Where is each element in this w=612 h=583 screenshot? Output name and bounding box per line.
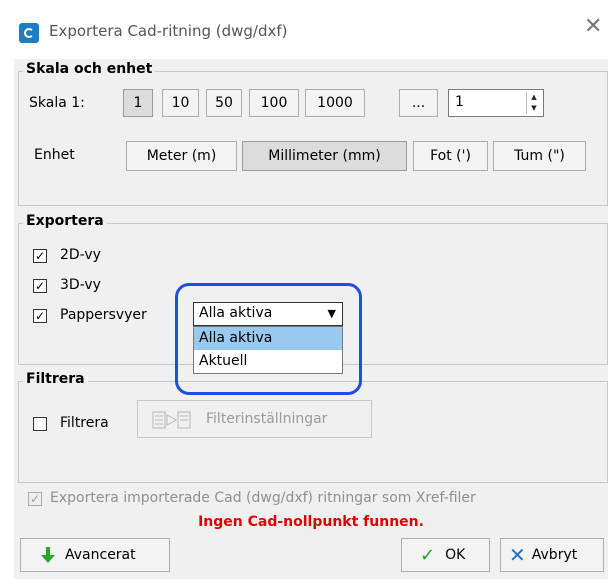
- cancel-button[interactable]: ✕ Avbryt: [500, 538, 604, 572]
- scale-value: 1: [455, 94, 464, 110]
- scale-label: Skala 1:: [29, 95, 85, 111]
- cancel-label: Avbryt: [531, 547, 578, 563]
- unit-inch-button[interactable]: Tum ("): [493, 141, 586, 171]
- scale-10-button[interactable]: 10: [162, 89, 199, 117]
- checkbox-2d[interactable]: ✓: [33, 249, 47, 263]
- warning-text: Ingen Cad-nollpunkt funnen.: [198, 514, 424, 530]
- checkbox-xref[interactable]: ✓: [28, 492, 42, 506]
- dialog-body: Skala och enhet Skala 1: 1 10 50 100 100…: [14, 59, 608, 579]
- cancel-x-icon: ✕: [509, 543, 526, 567]
- arrow-down-icon: [41, 547, 55, 563]
- checkbox-3d[interactable]: ✓: [33, 279, 47, 293]
- export-group-title: Exportera: [23, 213, 107, 229]
- unit-meter-button[interactable]: Meter (m): [126, 141, 237, 171]
- checkbox-filter[interactable]: [33, 417, 47, 431]
- label-xref: Exportera importerade Cad (dwg/dxf) ritn…: [50, 490, 476, 506]
- unit-millimeter-button[interactable]: Millimeter (mm): [242, 141, 407, 171]
- window-title: Exportera Cad-ritning (dwg/dxf): [49, 22, 288, 40]
- title-bar: Exportera Cad-ritning (dwg/dxf) ✕: [0, 0, 612, 60]
- scale-spinbox[interactable]: 1 ▲ ▼: [448, 89, 544, 117]
- ok-label: OK: [445, 547, 466, 563]
- unit-label: Enhet: [34, 147, 75, 163]
- checkmark-icon: ✓: [420, 544, 436, 566]
- filter-settings-label: Filterinställningar: [206, 411, 328, 427]
- checkbox-paper-views[interactable]: ✓: [33, 309, 47, 323]
- highlight-annotation: [175, 283, 362, 395]
- label-paper-views: Pappersvyer: [60, 307, 147, 323]
- advanced-button[interactable]: Avancerat: [20, 538, 170, 572]
- scale-1-button[interactable]: 1: [123, 89, 153, 117]
- filter-settings-button[interactable]: Filterinställningar: [137, 400, 372, 438]
- filter-group-title: Filtrera: [23, 371, 88, 387]
- scale-1000-button[interactable]: 1000: [305, 89, 365, 117]
- filter-settings-icon: [152, 411, 191, 429]
- label-filter: Filtrera: [60, 415, 109, 431]
- label-3d: 3D-vy: [60, 277, 101, 293]
- scale-unit-group-title: Skala och enhet: [23, 61, 156, 77]
- label-2d: 2D-vy: [60, 247, 101, 263]
- scale-100-button[interactable]: 100: [249, 89, 299, 117]
- close-icon[interactable]: ✕: [584, 16, 602, 38]
- cad-export-icon: [19, 23, 39, 43]
- scale-custom-button[interactable]: ...: [399, 89, 438, 117]
- scale-50-button[interactable]: 50: [206, 89, 242, 117]
- unit-foot-button[interactable]: Fot ('): [413, 141, 488, 171]
- ok-button[interactable]: ✓ OK: [401, 538, 490, 572]
- spin-arrows-icon[interactable]: ▲ ▼: [526, 92, 541, 114]
- advanced-label: Avancerat: [65, 547, 136, 563]
